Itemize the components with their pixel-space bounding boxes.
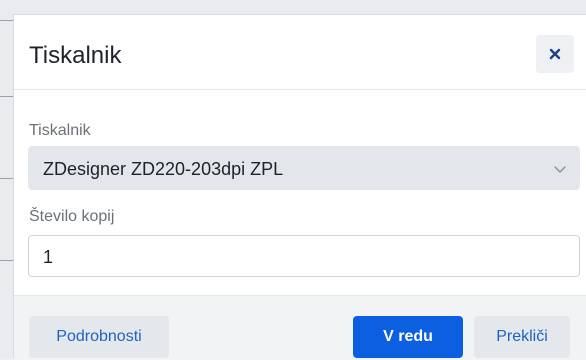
copies-label: Število kopij — [29, 208, 115, 225]
close-icon — [549, 48, 561, 60]
dialog-footer: Podrobnosti V redu Prekliči — [14, 295, 586, 360]
printer-label: Tiskalnik — [29, 122, 91, 139]
dialog-header: Tiskalnik — [14, 15, 586, 90]
background-divider — [0, 20, 14, 21]
background-divider — [0, 96, 14, 97]
print-dialog: Tiskalnik Tiskalnik ZDesigner ZD220-203d… — [13, 14, 586, 360]
copies-input[interactable]: 1 — [28, 235, 580, 277]
background-divider — [0, 178, 14, 179]
printer-select[interactable]: ZDesigner ZD220-203dpi ZPL — [28, 146, 580, 190]
chevron-down-icon — [552, 161, 568, 182]
dialog-title: Tiskalnik — [29, 42, 122, 69]
close-button[interactable] — [536, 35, 574, 73]
ok-button[interactable]: V redu — [353, 316, 463, 358]
cancel-button[interactable]: Prekliči — [474, 316, 570, 358]
copies-input-value: 1 — [43, 247, 54, 267]
background-divider — [0, 260, 14, 261]
details-button[interactable]: Podrobnosti — [29, 316, 169, 358]
printer-select-value: ZDesigner ZD220-203dpi ZPL — [43, 159, 284, 179]
